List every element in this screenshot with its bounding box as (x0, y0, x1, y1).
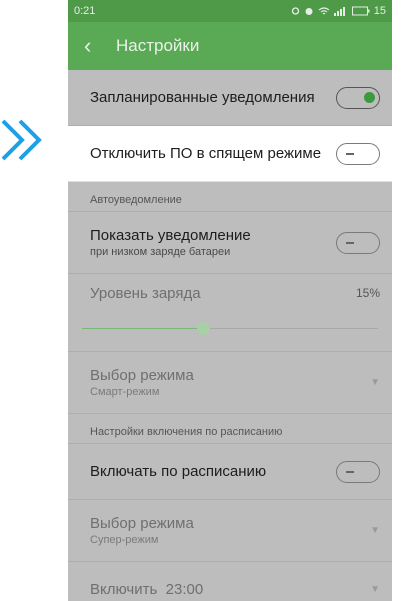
double-chevron-right-icon (1, 119, 42, 161)
show-notification-toggle[interactable] (336, 231, 380, 254)
dropdown-caret-icon: ▼ (370, 584, 380, 595)
enable-schedule-row[interactable]: Включать по расписанию (68, 444, 392, 500)
schedule-mode-value: Супер-режим (90, 534, 159, 546)
auto-mode-select-row[interactable]: Выбор режима Смарт-режим ▼ (68, 352, 392, 414)
wifi-icon (318, 7, 330, 15)
toggle-knob (346, 241, 354, 244)
turn-on-time: 23:00 (165, 581, 204, 598)
scheduled-notifications-row[interactable]: Запланированные уведомления (68, 70, 392, 126)
app-bar: ‹ Настройки (68, 22, 392, 70)
auto-mode-title: Выбор режима (90, 367, 194, 384)
toggle-knob (364, 91, 375, 103)
enable-schedule-label: Включать по расписанию (90, 463, 267, 480)
toggle-knob (346, 470, 354, 473)
enable-schedule-toggle[interactable] (336, 460, 380, 483)
signal-icon (333, 7, 345, 16)
show-notification-label: Показать уведомление (90, 227, 251, 244)
battery-icon (351, 6, 370, 16)
battery-level: 15 (373, 5, 386, 17)
back-arrow-icon[interactable]: ‹ (84, 35, 108, 57)
dropdown-caret-icon: ▼ (370, 377, 380, 388)
toggle-knob (346, 152, 354, 155)
charge-level-value: 15% (355, 286, 380, 300)
show-notification-sub: при низком заряде батареи (90, 246, 231, 258)
charge-level-row: Уровень заряда 15% (68, 274, 392, 312)
charge-level-slider[interactable] (68, 312, 392, 352)
sync-icon (291, 7, 299, 15)
schedule-mode-title: Выбор режима (90, 515, 194, 532)
scheduled-notifications-label: Запланированные уведомления (90, 89, 315, 106)
status-bar: 0:21 15 (68, 0, 392, 22)
page-title: Настройки (116, 36, 200, 55)
turn-on-text: Включить (90, 581, 158, 598)
turn-on-time-row[interactable]: Включить 23:00 ▼ (68, 562, 392, 601)
schedule-mode-select-row[interactable]: Выбор режима Супер-режим ▼ (68, 500, 392, 562)
status-icons: 15 (291, 5, 386, 17)
charge-level-label: Уровень заряда (90, 284, 201, 302)
slider-thumb[interactable] (196, 322, 210, 335)
disable-sleep-toggle[interactable] (336, 142, 380, 165)
status-time: 0:21 (74, 5, 96, 17)
section-header-auto: Автоуведомление (68, 182, 392, 212)
disable-sleep-row[interactable]: Отключить ПО в спящем режиме (68, 126, 392, 182)
turn-on-label: Включить 23:00 (90, 581, 203, 598)
disable-sleep-label: Отключить ПО в спящем режиме (90, 145, 322, 162)
auto-mode-value: Смарт-режим (90, 386, 160, 398)
alarm-icon (305, 8, 313, 15)
phone-screen: 0:21 15 ‹ Настройки Запланированные увед… (68, 0, 392, 601)
dropdown-caret-icon: ▼ (370, 525, 380, 536)
scheduled-notifications-toggle[interactable] (336, 86, 380, 109)
slider-fill (82, 328, 204, 329)
show-notification-row[interactable]: Показать уведомление при низком заряде б… (68, 212, 392, 274)
section-header-schedule: Настройки включения по расписанию (68, 414, 392, 444)
